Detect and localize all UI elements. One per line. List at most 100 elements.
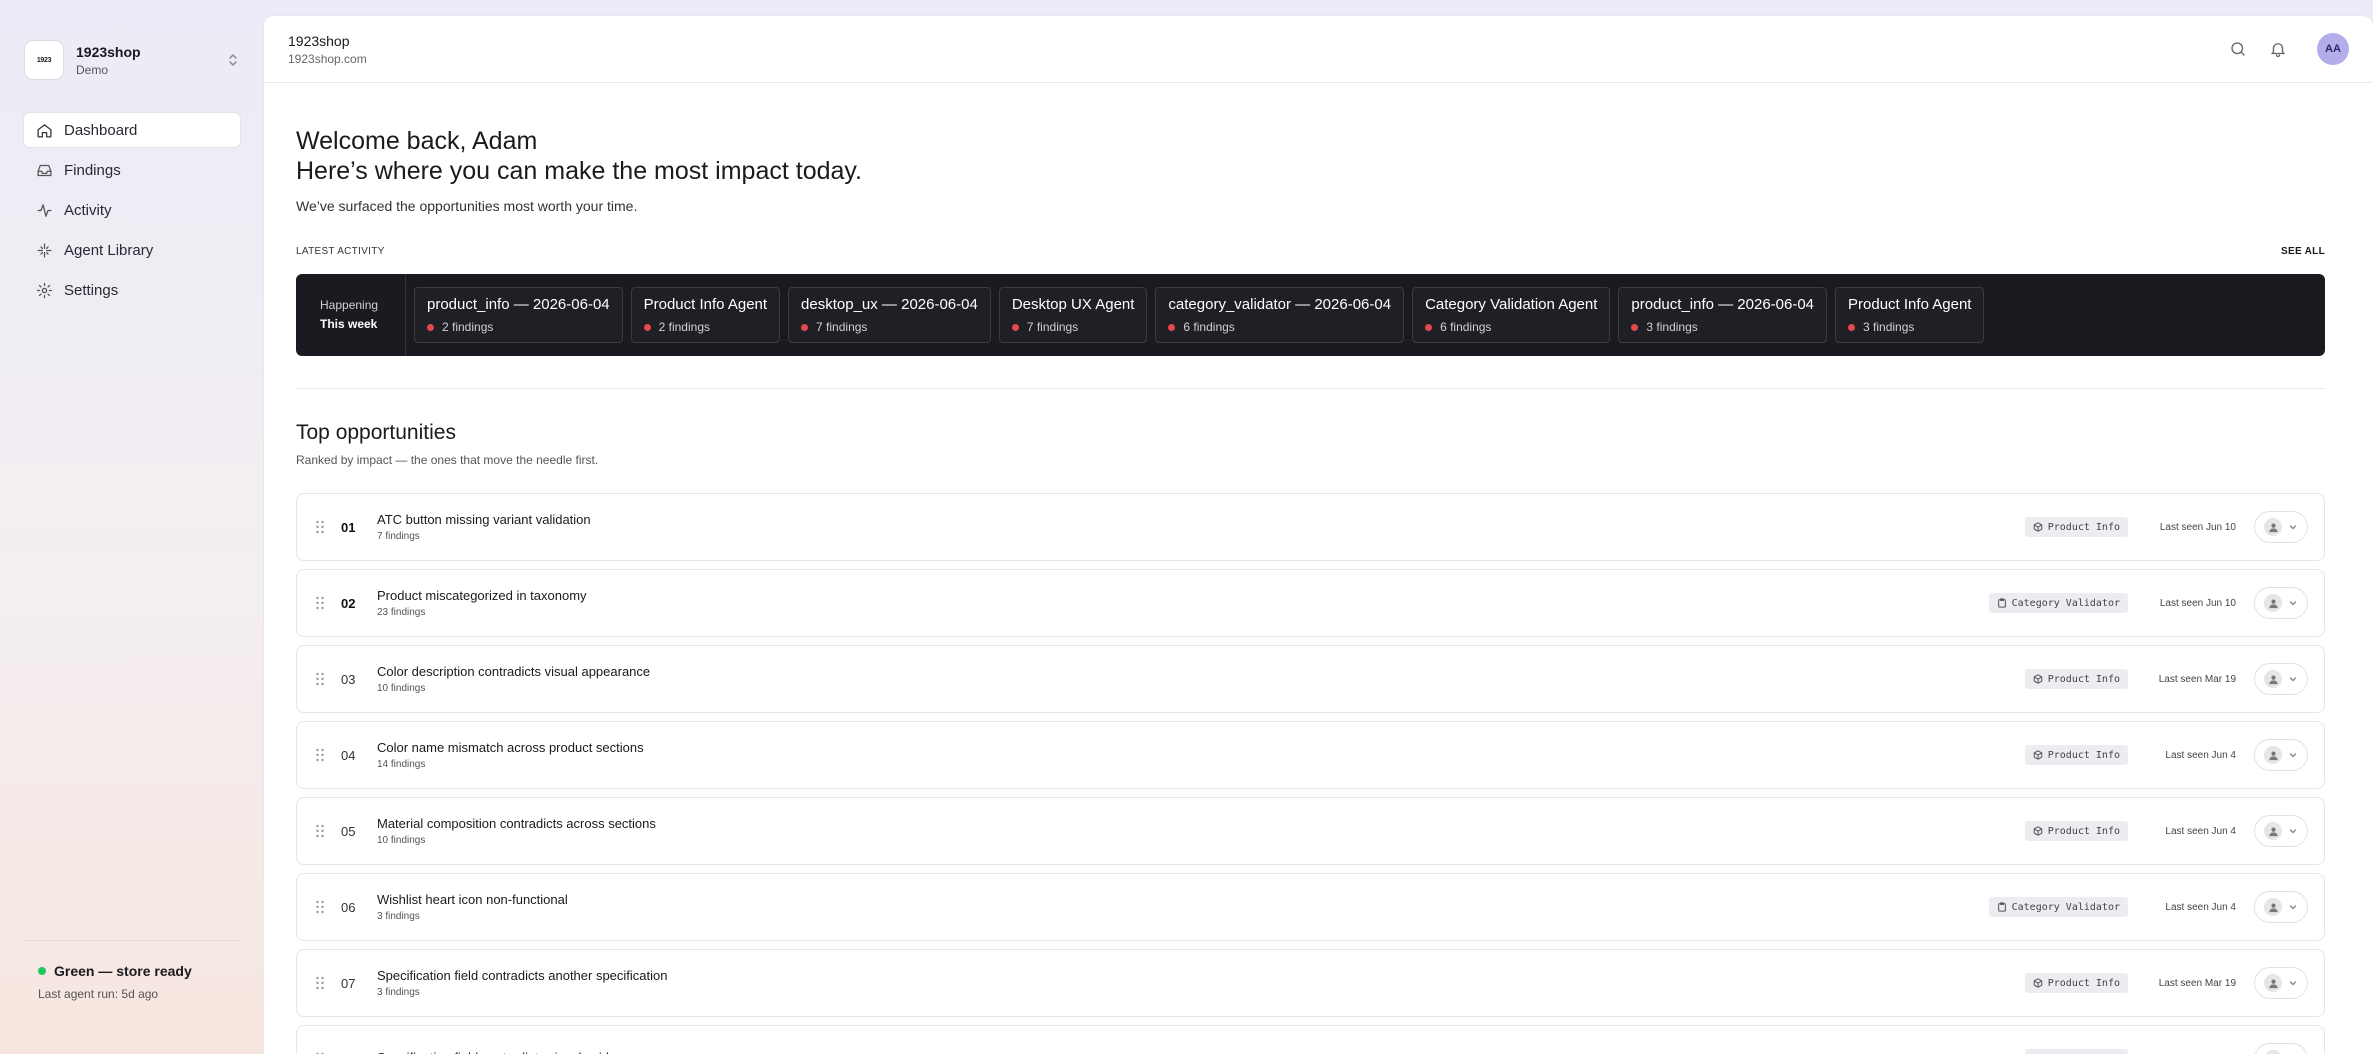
person-icon: [2264, 594, 2282, 612]
cube-icon: [2033, 750, 2042, 760]
opportunities-title: Top opportunities: [296, 421, 456, 444]
welcome-subtitle: We’ve surfaced the opportunities most wo…: [296, 198, 638, 214]
agent-tag: Category Validator: [1988, 897, 2128, 917]
chevron-down-icon: [2289, 601, 2297, 606]
opportunity-title: Product miscategorized in taxonomy: [377, 588, 587, 603]
activity-chip[interactable]: product_info — 2026-06-04 3 findings: [1618, 287, 1828, 343]
red-dot-icon: [1011, 323, 1019, 331]
cube-icon: [2033, 978, 2042, 988]
assignee-dropdown[interactable]: [2254, 739, 2308, 771]
last-seen: Last seen Mar 19: [2158, 673, 2236, 685]
store-name: 1923shop: [76, 43, 141, 60]
section-divider: [296, 388, 2325, 389]
chevron-updown-icon: [229, 54, 237, 66]
store-logo: 1923: [24, 40, 64, 80]
red-dot-icon: [801, 323, 809, 331]
see-all-link[interactable]: SEE ALL: [2281, 246, 2325, 257]
assignee-dropdown[interactable]: [2254, 967, 2308, 999]
last-seen: Last seen Jun 4: [2165, 825, 2236, 837]
chevron-down-icon: [2289, 525, 2297, 530]
assignee-dropdown[interactable]: [2254, 891, 2308, 923]
agent-tag-label: Category Validator: [2011, 597, 2120, 609]
activity-label: LATEST ACTIVITY: [296, 246, 385, 257]
opportunity-row[interactable]: 02 Product miscategorized in taxonomy 23 f…: [296, 569, 2325, 637]
activity-chip[interactable]: Product Info Agent 3 findings: [1835, 287, 1985, 343]
bell-icon[interactable]: [2269, 40, 2287, 58]
opportunity-row[interactable]: 07 Specification field contradicts anothe…: [296, 949, 2325, 1017]
store-switcher[interactable]: 1923 1923shop Demo: [24, 39, 240, 81]
welcome-heading: Welcome back, Adam: [296, 127, 538, 155]
opportunity-row[interactable]: 06 Wishlist heart icon non-functional 3 fi…: [296, 873, 2325, 941]
person-icon: [2264, 746, 2282, 764]
agent-tag-label: Product Info: [2047, 977, 2120, 989]
last-seen: Last seen Jun 10: [2159, 521, 2236, 533]
sidebar-item-label: Settings: [64, 281, 119, 299]
drag-handle-icon[interactable]: [315, 900, 325, 914]
chevron-down-icon: [2289, 905, 2297, 910]
red-dot-icon: [1848, 323, 1856, 331]
opportunity-row[interactable]: 04 Color name mismatch across product sec…: [296, 721, 2325, 789]
sidebar-item-agent-library[interactable]: Agent Library: [24, 233, 240, 267]
opportunity-row[interactable]: 03 Color description contradicts visual a…: [296, 645, 2325, 713]
last-seen: Last seen Jun 4: [2165, 901, 2236, 913]
agent-tag: Product Info: [2024, 1049, 2128, 1054]
assignee-dropdown[interactable]: [2254, 663, 2308, 695]
drag-handle-icon[interactable]: [315, 976, 325, 990]
clipboard-icon: [1997, 902, 2006, 912]
assignee-dropdown[interactable]: [2254, 815, 2308, 847]
activity-chip[interactable]: Desktop UX Agent 7 findings: [998, 287, 1148, 343]
drag-handle-icon[interactable]: [315, 672, 325, 686]
status-label: Green — store ready: [54, 963, 192, 979]
assignee-dropdown[interactable]: [2254, 587, 2308, 619]
person-icon: [2264, 670, 2282, 688]
activity-chip[interactable]: Product Info Agent 2 findings: [630, 287, 781, 343]
opportunity-title: Material composition contradicts across …: [377, 816, 656, 831]
drag-handle-icon[interactable]: [315, 824, 325, 838]
red-dot-icon: [1425, 323, 1433, 331]
main-panel: 1923shop 1923shop.com AA Welcome back, A…: [264, 16, 2373, 1054]
assignee-dropdown[interactable]: [2254, 511, 2308, 543]
chip-count: 2 findings: [442, 320, 494, 334]
red-dot-icon: [1168, 323, 1176, 331]
opportunity-title: Color name mismatch across product secti…: [377, 740, 644, 755]
chip-count: 3 findings: [1646, 320, 1698, 334]
header-title: 1923shop: [288, 33, 350, 49]
opportunity-rank: 04: [341, 747, 356, 763]
opportunity-rank: 05: [341, 823, 356, 839]
agent-tag-label: Product Info: [2047, 521, 2120, 533]
opportunity-count: 23 findings: [377, 607, 426, 618]
dashboard-content: Welcome back, Adam Here’s where you can …: [296, 83, 2325, 1054]
user-avatar[interactable]: AA: [2317, 33, 2349, 65]
opportunity-count: 3 findings: [377, 911, 420, 922]
opportunities-subtitle: Ranked by impact — the ones that move th…: [296, 453, 599, 467]
activity-chip[interactable]: Category Validation Agent 6 findings: [1412, 287, 1611, 343]
sidebar-item-activity[interactable]: Activity: [24, 193, 240, 227]
opportunity-row[interactable]: 05 Material composition contradicts acros…: [296, 797, 2325, 865]
chevron-down-icon: [2289, 829, 2297, 834]
chip-count: 6 findings: [1183, 320, 1235, 334]
search-icon[interactable]: [2229, 40, 2247, 58]
sidebar-item-findings[interactable]: Findings: [24, 153, 240, 187]
sidebar-item-dashboard[interactable]: Dashboard: [24, 113, 240, 147]
activity-chip[interactable]: category_validator — 2026-06-04 6 findin…: [1155, 287, 1405, 343]
person-icon: [2264, 1050, 2282, 1054]
status-sub: Last agent run: 5d ago: [38, 987, 159, 1001]
strip-label-week: This week: [320, 317, 378, 331]
status-dot-icon: [38, 967, 46, 975]
sidebar-item-settings[interactable]: Settings: [24, 273, 240, 307]
person-icon: [2264, 898, 2282, 916]
activity-chip[interactable]: desktop_ux — 2026-06-04 7 findings: [788, 287, 991, 343]
activity-header: LATEST ACTIVITY SEE ALL: [296, 246, 2325, 257]
sidebar-item-label: Activity: [64, 201, 112, 219]
activity-chip[interactable]: product_info — 2026-06-04 2 findings: [414, 287, 623, 343]
inbox-icon: [37, 164, 52, 176]
drag-handle-icon[interactable]: [315, 748, 325, 762]
drag-handle-icon[interactable]: [315, 596, 325, 610]
cube-icon: [2033, 674, 2042, 684]
activity-strip: Happening This week product_info — 2026-…: [296, 274, 2325, 356]
drag-handle-icon[interactable]: [315, 520, 325, 534]
opportunity-row[interactable]: 01 ATC button missing variant validation 7…: [296, 493, 2325, 561]
red-dot-icon: [643, 323, 651, 331]
assignee-dropdown[interactable]: [2254, 1043, 2308, 1054]
opportunity-row[interactable]: 08Specification field contradicts visual…: [296, 1025, 2325, 1054]
